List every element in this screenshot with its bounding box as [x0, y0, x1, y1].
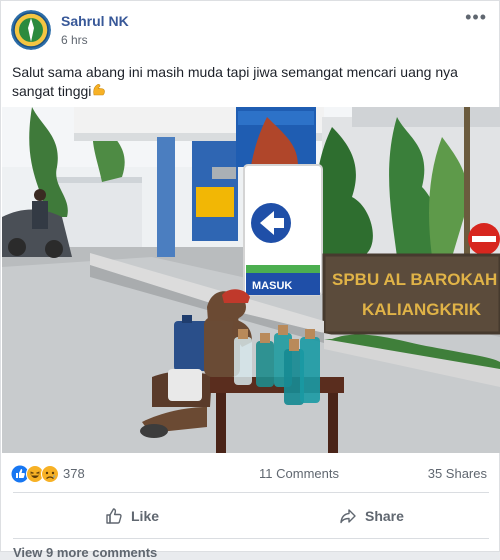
sad-reaction-icon	[41, 465, 59, 483]
post-actions: Like Share	[1, 498, 500, 534]
post-stats: 378 11 Comments 35 Shares	[1, 457, 500, 491]
like-reaction-icon	[11, 465, 29, 483]
like-button[interactable]: Like	[105, 498, 159, 534]
view-more-comments-link[interactable]: View 9 more comments	[13, 545, 157, 560]
reaction-count[interactable]: 378	[63, 466, 85, 481]
facebook-post: Sahrul NK 6 hrs ••• Salut sama abang ini…	[0, 0, 500, 560]
flexed-biceps-icon	[93, 84, 106, 96]
station-sign-line1: SPBU AL BAROKAH	[332, 270, 497, 289]
thumbs-up-icon	[106, 508, 122, 524]
station-sign-line2: KALIANGKRIK	[362, 300, 482, 319]
post-header: Sahrul NK 6 hrs •••	[1, 1, 499, 57]
stats-divider	[13, 492, 489, 493]
reaction-icons[interactable]	[11, 465, 61, 483]
entry-sign-text: MASUK	[252, 280, 292, 292]
share-label: Share	[365, 508, 404, 524]
share-arrow-icon	[340, 509, 356, 524]
post-photo[interactable]: MASUK SPBU AL BAROKAH KALIANGKRIK	[2, 107, 500, 453]
post-caption: Salut sama abang ini masih muda tapi jiw…	[12, 63, 492, 101]
shares-count-link[interactable]: 35 Shares	[428, 466, 487, 481]
comments-count-link[interactable]: 11 Comments	[259, 466, 339, 481]
more-options-icon[interactable]: •••	[465, 7, 487, 28]
actions-divider	[13, 538, 489, 539]
author-avatar[interactable]	[11, 10, 51, 50]
like-label: Like	[131, 508, 160, 524]
caption-text: Salut sama abang ini masih muda tapi jiw…	[12, 64, 458, 99]
haha-reaction-icon	[26, 465, 44, 483]
share-button[interactable]: Share	[339, 498, 404, 534]
author-name[interactable]: Sahrul NK	[61, 13, 129, 29]
post-timestamp[interactable]: 6 hrs	[61, 33, 88, 47]
